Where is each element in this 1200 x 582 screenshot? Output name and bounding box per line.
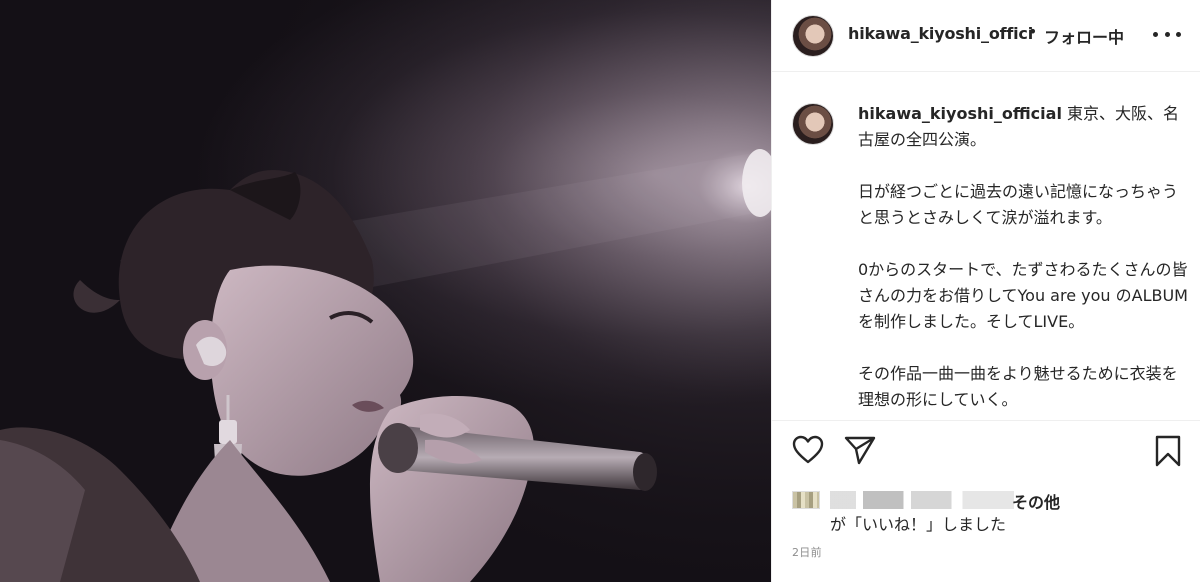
heart-icon[interactable] bbox=[792, 435, 824, 465]
header-username[interactable]: hikawa_kiyoshi_offici bbox=[848, 24, 1033, 43]
caption-text-block: hikawa_kiyoshi_official 東京、大阪、名古屋の全四公演。 … bbox=[858, 101, 1188, 413]
likes-section: その他 が「いいね！」しました bbox=[772, 485, 1200, 545]
post-header: hikawa_kiyoshi_offici • フォロー中 bbox=[772, 0, 1200, 72]
caption-body: 東京、大阪、名古屋の全四公演。 日が経つごとに過去の遠い記憶になっちゃうと思うと… bbox=[858, 104, 1188, 409]
separator-dot: • bbox=[1028, 22, 1038, 41]
caption-username[interactable]: hikawa_kiyoshi_official bbox=[858, 104, 1062, 123]
caption-area: hikawa_kiyoshi_official 東京、大阪、名古屋の全四公演。 … bbox=[772, 73, 1200, 419]
caption-avatar[interactable] bbox=[792, 103, 834, 145]
blurred-liker-name bbox=[830, 491, 1014, 509]
likes-text: が「いいね！」しました bbox=[830, 515, 1007, 534]
post-timestamp[interactable]: 2日前 bbox=[792, 544, 822, 560]
singer-photo-illustration bbox=[0, 0, 771, 582]
more-options-icon[interactable] bbox=[1153, 22, 1181, 46]
post-photo[interactable] bbox=[0, 0, 771, 582]
more-dot bbox=[1164, 31, 1170, 37]
avatar[interactable] bbox=[792, 15, 834, 57]
post-sidebar: hikawa_kiyoshi_offici • フォロー中 hikawa_kiy… bbox=[771, 0, 1200, 582]
liker-avatar[interactable] bbox=[792, 491, 820, 509]
likes-others-link[interactable]: その他 bbox=[1012, 489, 1060, 513]
bookmark-icon[interactable] bbox=[1154, 435, 1182, 467]
more-dot bbox=[1153, 31, 1158, 37]
action-bar bbox=[772, 420, 1200, 484]
more-dot bbox=[1176, 31, 1181, 37]
following-button[interactable]: フォロー中 bbox=[1044, 24, 1124, 48]
paper-plane-icon[interactable] bbox=[844, 435, 876, 465]
